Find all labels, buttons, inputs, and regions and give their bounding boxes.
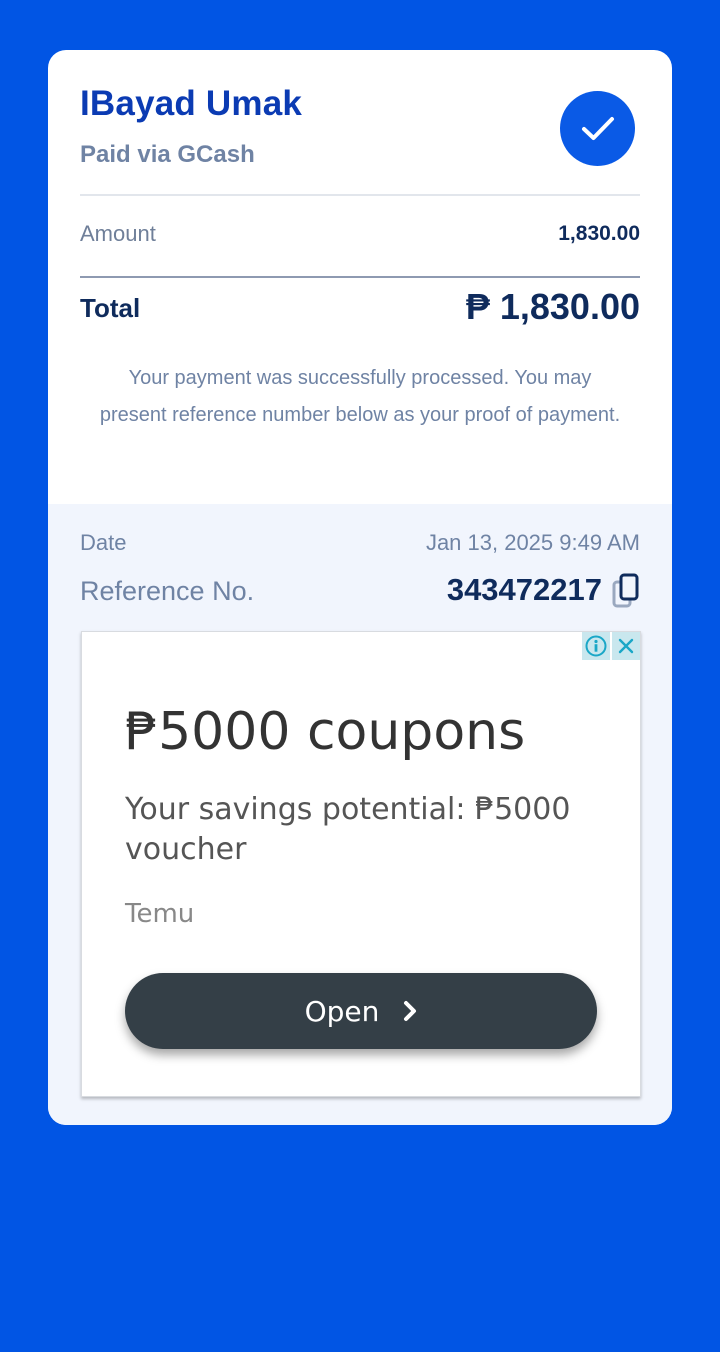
- amount-value: 1,830.00: [558, 222, 640, 245]
- ad-description: Your savings potential: ₱5000 voucher: [125, 792, 571, 867]
- copy-icon[interactable]: [612, 573, 640, 609]
- date-label: Date: [80, 530, 127, 555]
- divider: [80, 276, 640, 278]
- close-icon[interactable]: [612, 632, 640, 660]
- success-check-icon: [560, 91, 635, 166]
- ad-banner[interactable]: ₱5000 coupons Your savings potential: ₱5…: [81, 631, 641, 1097]
- total-label: Total: [80, 293, 141, 323]
- total-value: ₱ 1,830.00: [465, 286, 640, 327]
- amount-label: Amount: [80, 221, 156, 246]
- transaction-details: Date Jan 13, 2025 9:49 AM Reference No. …: [48, 504, 672, 1125]
- date-value: Jan 13, 2025 9:49 AM: [425, 530, 640, 555]
- ad-badges: [580, 632, 640, 660]
- divider: [80, 194, 640, 196]
- ad-title: ₱5000 coupons: [125, 702, 526, 762]
- chevron-right-icon: [403, 1000, 417, 1022]
- info-icon[interactable]: [582, 632, 610, 660]
- success-note: Your payment was successfully processed.…: [99, 367, 621, 426]
- receipt-card: IBayad Umak Paid via GCash Amount 1,830.…: [48, 50, 672, 1125]
- reference-label: Reference No.: [80, 576, 255, 606]
- ad-open-button-label: Open: [304, 994, 380, 1028]
- reference-number: 343472217: [446, 572, 602, 607]
- ad-advertiser: Temu: [125, 899, 195, 929]
- payment-method: Paid via GCash: [80, 141, 255, 168]
- merchant-name: IBayad Umak: [80, 84, 303, 123]
- ad-open-button[interactable]: Open: [125, 973, 597, 1049]
